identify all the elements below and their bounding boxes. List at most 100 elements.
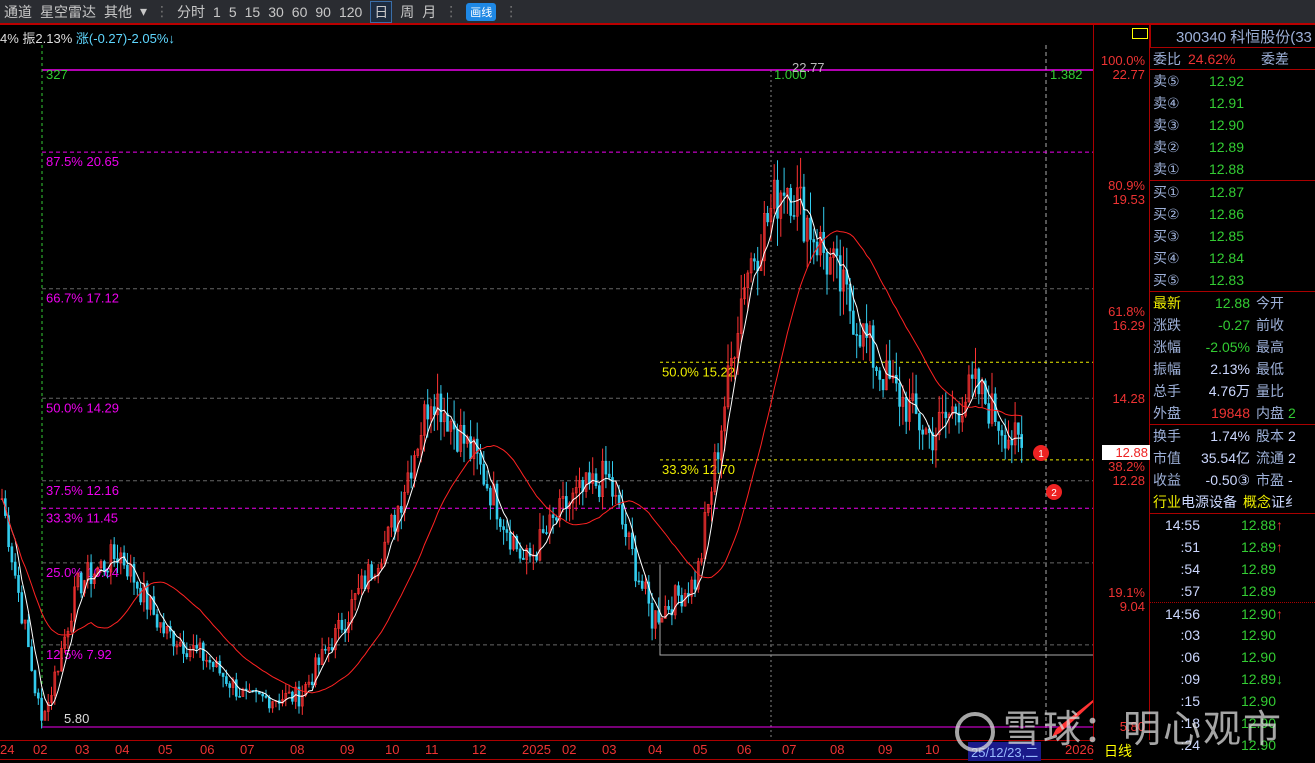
- tick-price: 12.89: [1240, 539, 1276, 555]
- axis-price: 19.53: [1112, 192, 1145, 208]
- kline-chart[interactable]: 87.5% 20.65 66.7% 17.12 50.0% 14.29 37.5% 1…: [0, 45, 1093, 740]
- candle-body: [594, 473, 598, 486]
- ratio-value: 24.62%: [1188, 50, 1236, 67]
- stat-value: 4.76万: [1208, 383, 1250, 399]
- toolbar-item[interactable]: 90: [315, 4, 331, 20]
- stat-row: 涨幅 -2.05% 最高: [1150, 336, 1315, 358]
- toolbar-item[interactable]: 5: [229, 4, 237, 20]
- toolbar-item[interactable]: 星空雷达: [40, 2, 96, 22]
- stat-row: 涨跌 -0.27 前收: [1150, 314, 1315, 336]
- candle-body: [1003, 435, 1007, 449]
- toolbar-item[interactable]: 通道: [4, 2, 32, 22]
- industry-label: 行业: [1153, 494, 1181, 510]
- bid-row[interactable]: 买③ 12.85: [1150, 225, 1315, 247]
- candle-body: [502, 526, 505, 530]
- bid-row[interactable]: 买① 12.87: [1150, 181, 1315, 203]
- stock-code-name: 300340 科恒股份(33: [1176, 28, 1312, 46]
- axis-price: 9.04: [1119, 598, 1145, 614]
- toolbar-item[interactable]: 1: [213, 4, 221, 20]
- candle-body: [944, 411, 948, 419]
- ask-price: 12.90: [1208, 117, 1244, 133]
- candle-body: [185, 653, 189, 658]
- ask-price: 12.91: [1208, 95, 1244, 111]
- down-arrow-icon: ↓: [1276, 671, 1283, 687]
- time-tick: 11: [425, 742, 439, 757]
- candle-body: [667, 606, 670, 610]
- toolbar-item[interactable]: 60: [292, 4, 308, 20]
- candle-body: [776, 179, 779, 219]
- candle-body: [79, 572, 83, 594]
- bid-row[interactable]: 买⑤ 12.83: [1150, 269, 1315, 291]
- ask-row[interactable]: 卖⑤ 12.92: [1150, 70, 1315, 92]
- candle-body: [228, 683, 231, 688]
- toolbar-item[interactable]: 周: [400, 2, 414, 22]
- candle-body: [621, 504, 624, 525]
- bid-row[interactable]: 买④ 12.84: [1150, 247, 1315, 269]
- candle-body: [1000, 430, 1004, 436]
- concept-value[interactable]: 证纟: [1271, 492, 1299, 512]
- ask-row[interactable]: 卖① 12.88: [1150, 158, 1315, 180]
- tick-time: :03: [1180, 627, 1200, 643]
- toolbar-item[interactable]: 15: [245, 4, 261, 20]
- toolbar-item[interactable]: 30: [268, 4, 284, 20]
- candle-body: [317, 657, 321, 666]
- time-tick: 08: [290, 742, 305, 757]
- candle-body: [997, 421, 1000, 431]
- time-tick: 09: [340, 742, 355, 757]
- draw-line-button[interactable]: 画线: [466, 2, 497, 21]
- candles: [0, 157, 1024, 729]
- bid-price: 12.86: [1208, 206, 1244, 222]
- stock-title: 300340 科恒股份(33: [1150, 25, 1315, 47]
- ask-row[interactable]: 卖③ 12.90: [1150, 114, 1315, 136]
- stat-row: 换手 1.74% 股本 2: [1150, 425, 1315, 447]
- candle-body: [878, 370, 882, 380]
- candle-body: [469, 436, 472, 460]
- bid-row[interactable]: 买② 12.86: [1150, 203, 1315, 225]
- ask-row[interactable]: 卖④ 12.91: [1150, 92, 1315, 114]
- fib-level-label: 12.5% 7.92: [46, 647, 112, 662]
- axis-pct: 19.1%: [1108, 584, 1145, 600]
- candle-body: [881, 379, 885, 391]
- annotation-marker-label: 2: [1051, 488, 1057, 499]
- stat-label2: 量比: [1256, 383, 1284, 399]
- watermark: 雪球：明心观市: [955, 698, 1283, 753]
- candle-body: [716, 452, 720, 460]
- stat-row: 振幅 2.13% 最低: [1150, 358, 1315, 380]
- ask-row[interactable]: 卖② 12.89: [1150, 136, 1315, 158]
- time-tick: 24: [0, 742, 15, 757]
- toolbar-item[interactable]: 120: [339, 4, 362, 20]
- candle-body: [456, 428, 459, 452]
- order-ratio-row: 委比 24.62% 委差: [1150, 47, 1315, 69]
- time-tick: 02: [562, 742, 577, 757]
- toolbar-item[interactable]: ▾: [140, 3, 147, 20]
- industry-value[interactable]: 电源设备: [1181, 492, 1237, 512]
- stat-label: 涨跌: [1153, 317, 1181, 333]
- toolbar-item[interactable]: 分时: [177, 2, 205, 22]
- candle-body: [838, 255, 842, 292]
- toolbar-item[interactable]: 其他: [104, 2, 132, 22]
- candle-body: [904, 396, 908, 422]
- candle-body: [155, 614, 159, 628]
- candle-body: [498, 518, 502, 527]
- candle-body: [693, 579, 697, 590]
- toolbar-item[interactable]: 日: [370, 0, 393, 23]
- candle-body: [977, 368, 981, 395]
- fib-level-label: 37.5% 12.16: [46, 483, 119, 498]
- time-tick: 07: [782, 742, 797, 757]
- tick-row: :09 12.89 ↓: [1150, 668, 1315, 690]
- stat-label2: 今开: [1256, 295, 1284, 311]
- layout-toggle-icon[interactable]: [1132, 28, 1148, 39]
- ask-label: 卖①: [1153, 161, 1180, 177]
- candle-body: [970, 374, 974, 379]
- quote-panel: 300340 科恒股份(33 委比 24.62% 委差 卖⑤ 12.92 卖④ 12.91 卖③…: [1150, 25, 1315, 763]
- candle-body: [555, 517, 558, 521]
- toolbar-item[interactable]: 月: [422, 2, 436, 22]
- fib-level-label: 87.5% 20.65: [46, 154, 119, 169]
- bid-label: 买②: [1153, 206, 1180, 222]
- candle-body: [634, 548, 637, 582]
- candle-body: [894, 374, 898, 384]
- candle-body: [640, 580, 644, 589]
- candle-body: [858, 334, 862, 347]
- candle-body: [624, 524, 628, 537]
- bid-label: 买⑤: [1153, 272, 1180, 288]
